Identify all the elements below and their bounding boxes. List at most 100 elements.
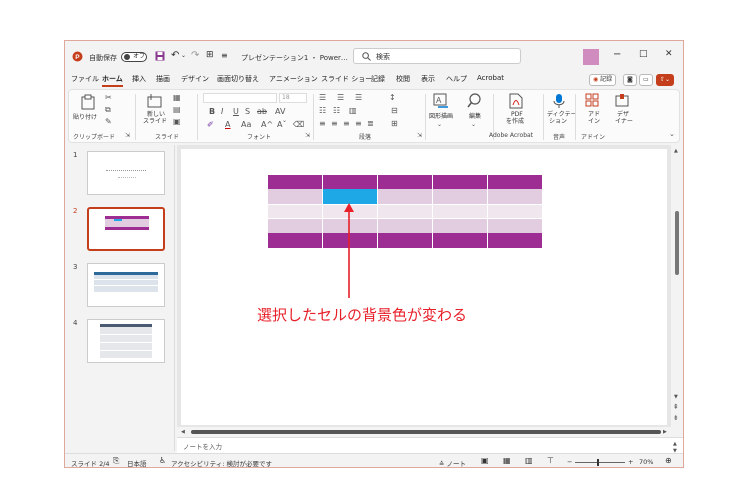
dictation-label-2[interactable]: ション — [549, 118, 567, 125]
record-button[interactable]: ◉ 記録 — [589, 74, 617, 86]
pdf-label-1[interactable]: PDF — [511, 111, 523, 118]
tab-insert[interactable]: 挿入 — [132, 74, 146, 84]
addin-label-1[interactable]: アド — [588, 111, 600, 118]
zoom-in-icon[interactable]: + — [628, 458, 633, 466]
strikethrough-button[interactable]: ab — [257, 108, 267, 116]
tab-draw[interactable]: 描画 — [156, 74, 170, 84]
columns-icon[interactable]: ▥ — [349, 107, 357, 115]
close-button[interactable]: ✕ — [665, 49, 673, 59]
collapse-ribbon-icon[interactable]: ⌄ — [669, 130, 675, 138]
slide-table[interactable] — [268, 175, 542, 252]
line-spacing-icon[interactable]: ☰ — [355, 94, 362, 102]
text-direction-icon[interactable]: ↕ — [389, 94, 396, 102]
start-slideshow-icon[interactable]: ⊞ — [206, 50, 214, 60]
notes-toggle[interactable]: ≙ ノート — [439, 458, 466, 467]
table-row[interactable] — [268, 189, 542, 204]
table-footer-row[interactable] — [268, 233, 542, 248]
autosave-toggle[interactable]: オフ — [121, 52, 147, 62]
scroll-up-icon[interactable]: ▲ — [674, 147, 678, 155]
create-pdf-icon[interactable] — [509, 93, 523, 109]
spellcheck-icon[interactable]: ⎘ — [113, 456, 119, 466]
slide-sorter-icon[interactable]: ▦ — [503, 456, 511, 465]
tab-review[interactable]: 校閲 — [396, 74, 410, 84]
slideshow-view-icon[interactable]: ⊤ — [547, 456, 554, 465]
slide[interactable]: 選択したセルの背景色が変わる — [181, 149, 667, 425]
zoom-slider-thumb[interactable] — [597, 459, 599, 466]
bold-button[interactable]: B — [209, 108, 215, 116]
font-color-icon[interactable]: A — [225, 121, 230, 129]
format-painter-icon[interactable]: ✎ — [105, 118, 112, 126]
selected-table-cell[interactable] — [323, 189, 377, 204]
clear-format-icon[interactable]: ⌫ — [293, 121, 304, 129]
reset-icon[interactable]: ▤ — [173, 106, 181, 114]
save-icon[interactable] — [155, 51, 165, 61]
align-text-icon[interactable]: ⊟ — [391, 107, 398, 115]
new-slide-icon[interactable] — [147, 93, 163, 109]
shapes-dropdown-icon[interactable]: ⌄ — [437, 121, 442, 129]
scroll-thumb[interactable] — [675, 211, 679, 275]
tab-help[interactable]: ヘルプ — [446, 74, 467, 84]
tab-record[interactable]: 記録 — [371, 74, 385, 84]
decrease-indent-icon[interactable]: ☷ — [319, 107, 326, 115]
normal-view-icon[interactable]: ▣ — [481, 456, 489, 465]
microphone-icon[interactable] — [553, 93, 565, 109]
paragraph-launcher-icon[interactable]: ⇲ — [417, 132, 422, 140]
tab-slideshow[interactable]: スライド ショー — [321, 74, 372, 84]
language-indicator[interactable]: 日本語 — [127, 458, 147, 467]
minimize-button[interactable]: − — [613, 49, 621, 60]
user-avatar[interactable] — [583, 49, 599, 65]
zoom-slider[interactable] — [575, 459, 625, 466]
char-spacing-icon[interactable]: AV — [275, 108, 285, 116]
search-box[interactable]: 検索 — [353, 48, 521, 64]
copy-icon[interactable]: ⧉ — [105, 106, 111, 114]
edit-label[interactable]: 編集 — [469, 113, 481, 120]
grow-font-icon[interactable]: A^ — [261, 121, 273, 129]
table-row[interactable] — [268, 204, 542, 218]
dictation-label-1[interactable]: ディクテー — [547, 111, 577, 118]
slide-thumbnail-4[interactable] — [87, 319, 165, 363]
designer-label-1[interactable]: デザ — [617, 111, 629, 118]
align-left-icon[interactable]: ≡ — [319, 120, 326, 128]
table-header-row[interactable] — [268, 175, 542, 189]
redo-icon[interactable]: ↷ — [191, 50, 199, 61]
accessibility-icon[interactable]: ♿ — [159, 456, 166, 465]
pdf-label-2[interactable]: を作成 — [506, 118, 524, 125]
shadow-button[interactable]: S — [245, 108, 250, 116]
tab-acrobat[interactable]: Acrobat — [477, 74, 504, 82]
notes-pane[interactable]: ノートを入力 ▲ ▼ — [177, 437, 683, 454]
undo-dropdown-icon[interactable]: ⌄ — [181, 52, 186, 59]
smartart-icon[interactable]: ⊞ — [391, 120, 398, 128]
scroll-down-icon[interactable]: ▼ — [674, 393, 678, 401]
align-right-icon[interactable]: ≡ — [343, 120, 350, 128]
shrink-font-icon[interactable]: Aˇ — [277, 121, 286, 129]
slide-thumbnail-1[interactable] — [87, 151, 165, 195]
tab-view[interactable]: 表示 — [421, 74, 435, 84]
font-name-box[interactable] — [203, 93, 277, 103]
font-size-box[interactable]: 18 — [279, 93, 307, 103]
scroll-right-icon[interactable]: ▶ — [663, 428, 667, 436]
cut-icon[interactable]: ✂ — [105, 94, 112, 102]
zoom-out-icon[interactable]: − — [567, 458, 572, 466]
addin-label-2[interactable]: イン — [588, 118, 600, 125]
shapes-icon[interactable]: A — [433, 93, 449, 109]
section-icon[interactable]: ▣ — [173, 118, 181, 126]
change-case-icon[interactable]: Aa — [241, 121, 251, 129]
justify-icon[interactable]: ≡ — [355, 120, 362, 128]
new-slide-label-1[interactable]: 新しい — [147, 111, 165, 118]
paste-icon[interactable] — [81, 94, 95, 110]
share-button[interactable]: ⇧⌄ — [656, 74, 675, 86]
scroll-thumb[interactable] — [191, 430, 661, 434]
underline-button[interactable]: U — [233, 108, 239, 116]
customize-toolbar-icon[interactable]: ≡ — [221, 51, 228, 60]
numbering-icon[interactable]: ☰ — [337, 94, 344, 102]
fit-to-window-icon[interactable]: ⊕ — [665, 456, 672, 465]
shapes-label[interactable]: 図形描画 — [429, 113, 453, 120]
clipboard-launcher-icon[interactable]: ⇲ — [125, 132, 130, 140]
tab-transitions[interactable]: 画面切り替え — [217, 74, 259, 84]
increase-indent-icon[interactable]: ☷ — [333, 107, 340, 115]
distribute-icon[interactable]: ≣ — [367, 120, 374, 128]
maximize-button[interactable]: □ — [639, 49, 648, 59]
align-center-icon[interactable]: ≡ — [331, 120, 338, 128]
designer-icon[interactable] — [615, 93, 629, 107]
zoom-level[interactable]: 70% — [639, 458, 653, 466]
